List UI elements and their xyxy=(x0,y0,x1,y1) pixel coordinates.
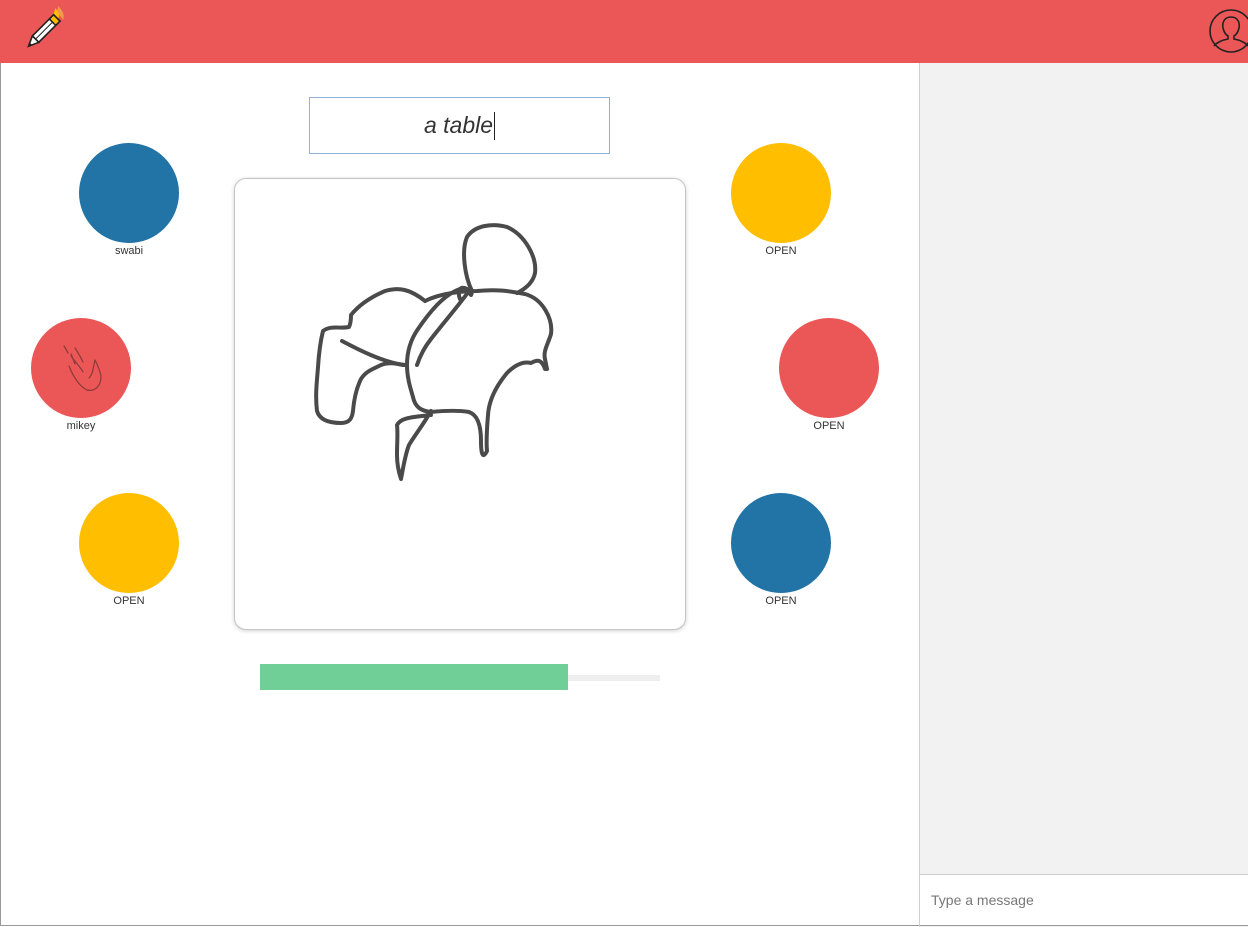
player-avatar xyxy=(779,318,879,418)
player-slot-open[interactable]: OPEN xyxy=(731,493,831,608)
player-name: mikey xyxy=(66,420,96,432)
hand-wave-icon xyxy=(63,345,102,391)
user-profile-icon[interactable] xyxy=(1208,8,1248,54)
player-name: OPEN xyxy=(113,595,145,607)
drawing-strokes xyxy=(314,223,554,481)
player-avatar xyxy=(731,143,831,243)
player-slot-open[interactable]: OPEN xyxy=(731,143,831,258)
player-name: OPEN xyxy=(765,245,797,257)
timer-progress-bar xyxy=(260,664,568,690)
player-name: swabi xyxy=(114,245,144,257)
pencil-icon[interactable] xyxy=(18,4,68,56)
player-avatar xyxy=(79,493,179,593)
word-input[interactable]: a table xyxy=(309,97,610,154)
chat-panel xyxy=(919,63,1248,927)
player-slot-mikey[interactable]: mikey xyxy=(31,318,131,433)
player-avatar xyxy=(79,143,179,243)
text-caret xyxy=(494,111,496,140)
player-avatar xyxy=(731,493,831,593)
chat-message-input[interactable] xyxy=(920,874,1248,926)
player-slot-open[interactable]: OPEN xyxy=(779,318,879,433)
player-slot-swabi[interactable]: swabi xyxy=(79,143,179,258)
player-slot-open[interactable]: OPEN xyxy=(79,493,179,608)
player-avatar xyxy=(31,318,131,418)
word-text: a table xyxy=(423,112,494,138)
drawing-canvas[interactable] xyxy=(234,178,686,630)
player-name: OPEN xyxy=(765,595,797,607)
player-name: OPEN xyxy=(813,420,845,432)
top-bar xyxy=(0,0,1248,63)
